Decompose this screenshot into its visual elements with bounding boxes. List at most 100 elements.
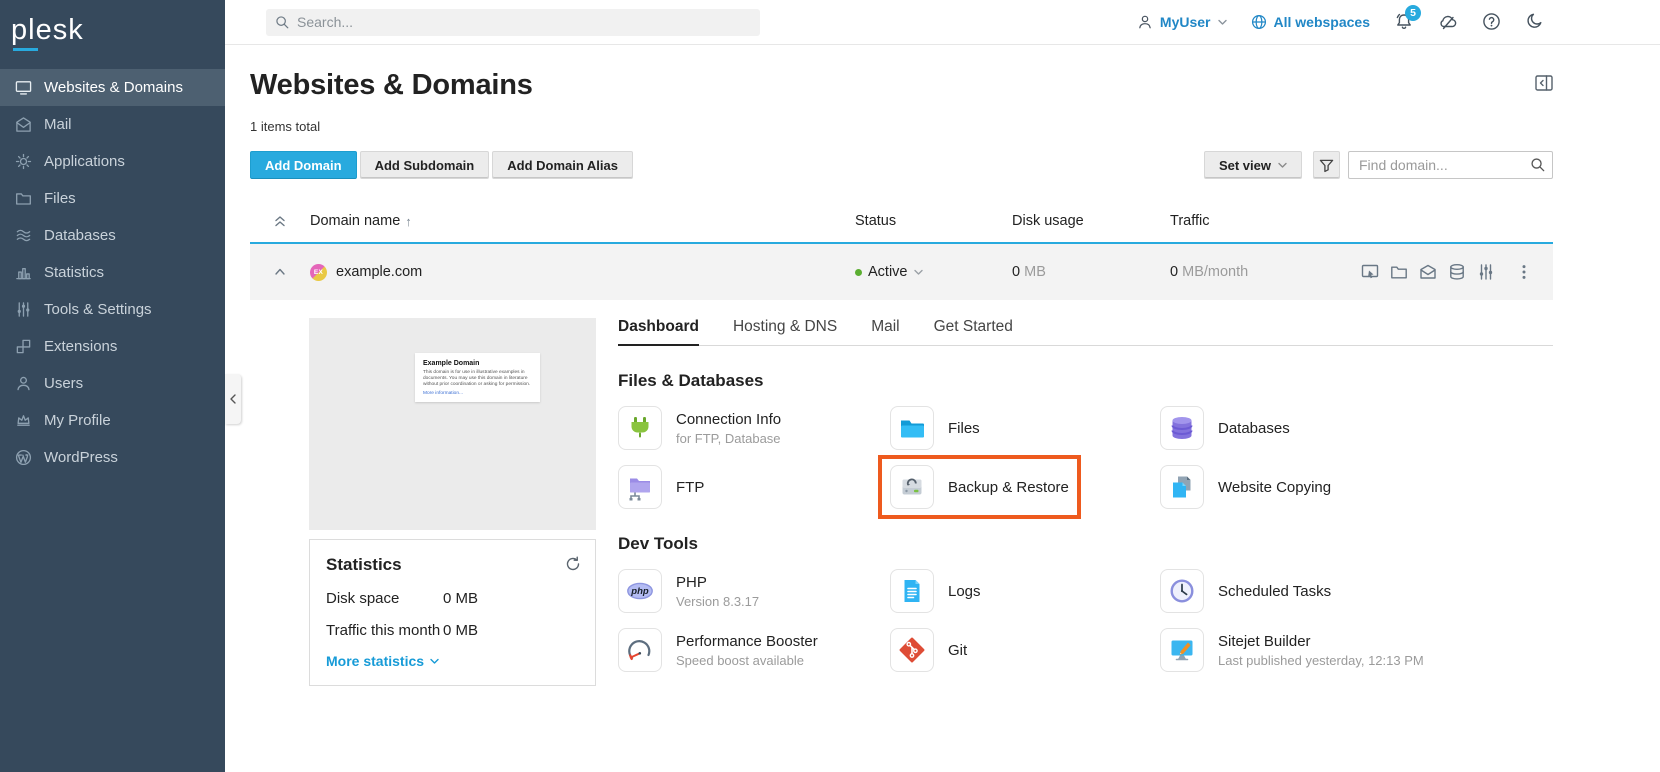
sitejet-icon	[1160, 628, 1204, 672]
sliders-icon[interactable]	[1477, 263, 1495, 281]
tool-label[interactable]: Logs	[948, 583, 981, 600]
sidebar-collapse-handle[interactable]	[225, 374, 241, 424]
bar-chart-icon	[15, 264, 32, 281]
statistics-row: Disk space 0 MB	[326, 590, 579, 607]
dashboard-tab[interactable]: Hosting & DNS	[733, 318, 837, 345]
dark-mode-toggle[interactable]	[1526, 12, 1546, 32]
add-domain-alias-button[interactable]: Add Domain Alias	[492, 151, 633, 179]
sidebar-item[interactable]: Users	[0, 365, 225, 402]
tool-label[interactable]: Connection Info	[676, 411, 781, 428]
tool-tile[interactable]: Website Copying	[1160, 465, 1331, 509]
tool-label[interactable]: FTP	[676, 479, 704, 496]
sidebar-item[interactable]: Files	[0, 180, 225, 217]
tool-label[interactable]: Backup & Restore	[948, 479, 1069, 496]
sidebar-item[interactable]: My Profile	[0, 402, 225, 439]
dashboard-tab[interactable]: Mail	[871, 318, 899, 345]
set-view-button[interactable]: Set view	[1204, 151, 1302, 179]
folder-icon[interactable]	[1390, 263, 1408, 281]
statistics-rows: Disk space 0 MB Traffic this month 0 MB	[326, 590, 579, 639]
tool-label[interactable]: Files	[948, 420, 980, 437]
main-area: MyUser All webspaces 5	[225, 0, 1660, 772]
cloud-icon	[1438, 12, 1459, 32]
tool-label[interactable]: Databases	[1218, 420, 1290, 437]
find-domain-input[interactable]	[1348, 151, 1553, 179]
sidebar-item[interactable]: Statistics	[0, 254, 225, 291]
domain-name-link[interactable]: example.com	[336, 264, 422, 280]
sliders-icon	[15, 301, 32, 318]
tool-label[interactable]: Sitejet Builder	[1218, 633, 1424, 650]
column-header-traffic[interactable]: Traffic	[1170, 213, 1553, 229]
more-statistics-link[interactable]: More statistics	[326, 653, 579, 669]
files-folder-icon	[890, 406, 934, 450]
dashboard-sections: Files & Databases Connection Info	[618, 371, 1553, 672]
sidebar-item[interactable]: Mail	[0, 106, 225, 143]
side-panel-toggle-icon[interactable]	[1535, 75, 1553, 91]
dashboard-tab[interactable]: Dashboard	[618, 318, 699, 345]
help-button[interactable]	[1482, 12, 1502, 32]
domain-details: Example Domain This domain is for use in…	[250, 318, 1553, 686]
tool-tile[interactable]: php PHP Version 8.3.17	[618, 569, 759, 613]
tool-label[interactable]: Website Copying	[1218, 479, 1331, 496]
global-search-input[interactable]	[297, 14, 751, 30]
search-icon	[1530, 157, 1545, 172]
envelope-icon[interactable]	[1419, 263, 1437, 281]
user-name: MyUser	[1160, 14, 1211, 30]
tool-tile[interactable]: Performance Booster Speed boost availabl…	[618, 628, 818, 672]
open-site-icon[interactable]	[1361, 263, 1379, 281]
sidebar-item-label: Databases	[44, 227, 116, 244]
tool-label[interactable]: Performance Booster	[676, 633, 818, 650]
logo-underline	[13, 48, 38, 51]
tool-tile[interactable]: Connection Info for FTP, Database	[618, 406, 781, 450]
site-preview-thumbnail[interactable]: Example Domain This domain is for use in…	[309, 318, 596, 530]
notification-badge: 5	[1405, 5, 1421, 21]
cloud-status-button[interactable]	[1438, 12, 1458, 32]
refresh-icon[interactable]	[565, 556, 581, 572]
add-domain-button[interactable]: Add Domain	[250, 151, 357, 179]
plesk-logo[interactable]: plesk	[0, 0, 225, 61]
tool-label[interactable]: Git	[948, 642, 967, 659]
add-subdomain-button[interactable]: Add Subdomain	[360, 151, 490, 179]
column-header-status[interactable]: Status	[855, 213, 1012, 229]
sidebar-item-label: Files	[44, 190, 76, 207]
chevron-down-icon	[430, 658, 439, 665]
chevron-left-icon	[229, 394, 237, 404]
tool-tile[interactable]: Git	[890, 628, 967, 672]
dashboard-tab[interactable]: Get Started	[934, 318, 1013, 345]
sidebar-item[interactable]: WordPress	[0, 439, 225, 476]
tool-tile[interactable]: Backup & Restore	[890, 465, 1069, 509]
webspaces-selector[interactable]: All webspaces	[1251, 14, 1371, 30]
user-menu[interactable]: MyUser	[1137, 14, 1227, 30]
status-dropdown[interactable]: Active	[855, 264, 1012, 280]
logs-icon	[890, 569, 934, 613]
funnel-icon	[1319, 158, 1334, 173]
global-search[interactable]	[266, 9, 760, 36]
folder-icon	[15, 190, 32, 207]
tool-tile[interactable]: Sitejet Builder Last published yesterday…	[1160, 628, 1424, 672]
page-title: Websites & Domains	[250, 69, 533, 102]
sort-by-domain[interactable]: Domain name ↑	[310, 213, 412, 229]
filter-button[interactable]	[1313, 151, 1340, 179]
tool-label[interactable]: Scheduled Tasks	[1218, 583, 1331, 600]
sidebar-item[interactable]: Websites & Domains	[0, 69, 225, 106]
sidebar-item[interactable]: Tools & Settings	[0, 291, 225, 328]
help-icon	[1482, 12, 1501, 31]
sidebar-item[interactable]: Applications	[0, 143, 225, 180]
webspaces-label: All webspaces	[1274, 14, 1371, 30]
sidebar: plesk Websites & Domains Mail Applicatio…	[0, 0, 225, 772]
tool-tile[interactable]: Logs	[890, 569, 981, 613]
tool-tile[interactable]: Databases	[1160, 406, 1290, 450]
tool-label[interactable]: PHP	[676, 574, 759, 591]
sidebar-item[interactable]: Databases	[0, 217, 225, 254]
traffic-value: 0 MB/month	[1170, 264, 1361, 280]
collapse-all-icon[interactable]	[273, 214, 287, 228]
sidebar-item-label: Websites & Domains	[44, 79, 183, 96]
tool-tile[interactable]: FTP	[618, 465, 704, 509]
sidebar-item[interactable]: Extensions	[0, 328, 225, 365]
collapse-row-icon[interactable]	[273, 265, 287, 279]
notifications-button[interactable]: 5	[1394, 12, 1414, 32]
column-header-disk[interactable]: Disk usage	[1012, 213, 1170, 229]
database-icon[interactable]	[1448, 263, 1466, 281]
kebab-icon[interactable]	[1515, 263, 1533, 281]
tool-tile[interactable]: Files	[890, 406, 980, 450]
tool-tile[interactable]: Scheduled Tasks	[1160, 569, 1331, 613]
